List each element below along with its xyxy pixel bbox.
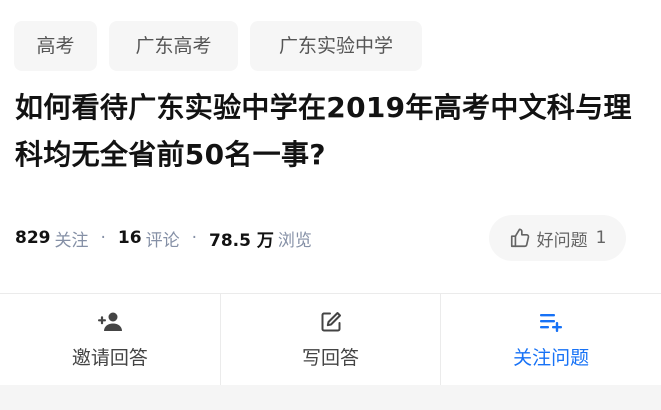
follow-question-label: 关注问题 <box>513 347 590 369</box>
good-question-button[interactable]: 好问题 1 <box>489 215 626 261</box>
playlist-add-icon <box>540 314 563 332</box>
views-count: 78.5 万 <box>208 230 274 251</box>
followers-label: 关注 <box>54 230 89 251</box>
views-label: 浏览 <box>277 230 312 251</box>
good-question-label: 好问题 <box>536 230 588 251</box>
section-divider <box>0 385 661 410</box>
topic-tag-guangdong-experimental-school[interactable]: 广东实验中学 <box>250 21 422 71</box>
stats-separator: · <box>100 228 106 248</box>
topic-tags: 高考 广东高考 广东实验中学 <box>14 21 422 71</box>
add-person-icon <box>97 312 122 331</box>
invite-answer-button[interactable]: 邀请回答 <box>0 294 221 385</box>
edit-icon <box>321 312 341 332</box>
question-title: 如何看待广东实验中学在2019年高考中文科与理科均无全省前50名一事? <box>15 91 632 171</box>
invite-answer-label: 邀请回答 <box>71 347 148 369</box>
follow-question-button[interactable]: 关注问题 <box>441 294 661 385</box>
question-action-bar: 邀请回答 写回答 关注问题 <box>0 293 661 385</box>
question-page: 高考 广东高考 广东实验中学 如何看待广东实验中学在2019年高考中文科与理科均… <box>0 0 661 410</box>
topic-tag-guangdong-gaokao[interactable]: 广东高考 <box>109 21 238 71</box>
topic-tag-gaokao[interactable]: 高考 <box>14 21 97 71</box>
stats-separator: · <box>191 228 197 248</box>
good-question-count: 1 <box>595 228 607 248</box>
followers-count: 829 <box>15 228 51 248</box>
write-answer-label: 写回答 <box>302 347 360 369</box>
comments-count[interactable]: 16 <box>118 228 142 248</box>
write-answer-button[interactable]: 写回答 <box>221 294 442 385</box>
thumbs-up-icon <box>510 228 529 248</box>
comments-label[interactable]: 评论 <box>146 226 180 251</box>
question-stats: 829 关注 · 16 评论 · 78.5 万 浏览 <box>15 222 312 254</box>
